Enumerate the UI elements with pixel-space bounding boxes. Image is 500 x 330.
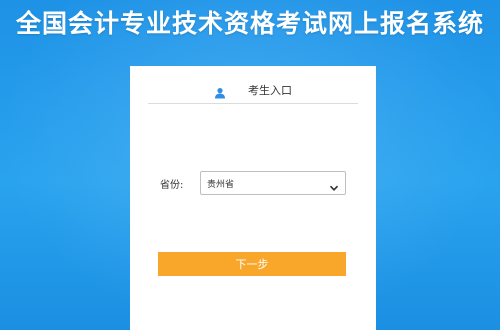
user-icon: [214, 84, 226, 98]
panel-title: 考生入口: [248, 83, 292, 97]
chevron-down-icon: [329, 178, 339, 191]
province-select-value: 贵州省: [207, 179, 235, 190]
site-title: 全国会计专业技术资格考试网上报名系统: [15, 9, 484, 38]
province-label: 省份:: [160, 179, 184, 191]
province-select[interactable]: 贵州省: [200, 171, 346, 195]
panel-header: 考生入口: [148, 76, 358, 104]
province-row: 省份: 贵州省: [160, 170, 350, 196]
next-button[interactable]: 下一步: [158, 252, 346, 276]
login-panel: 考生入口 省份: 贵州省 下一步: [130, 66, 376, 330]
